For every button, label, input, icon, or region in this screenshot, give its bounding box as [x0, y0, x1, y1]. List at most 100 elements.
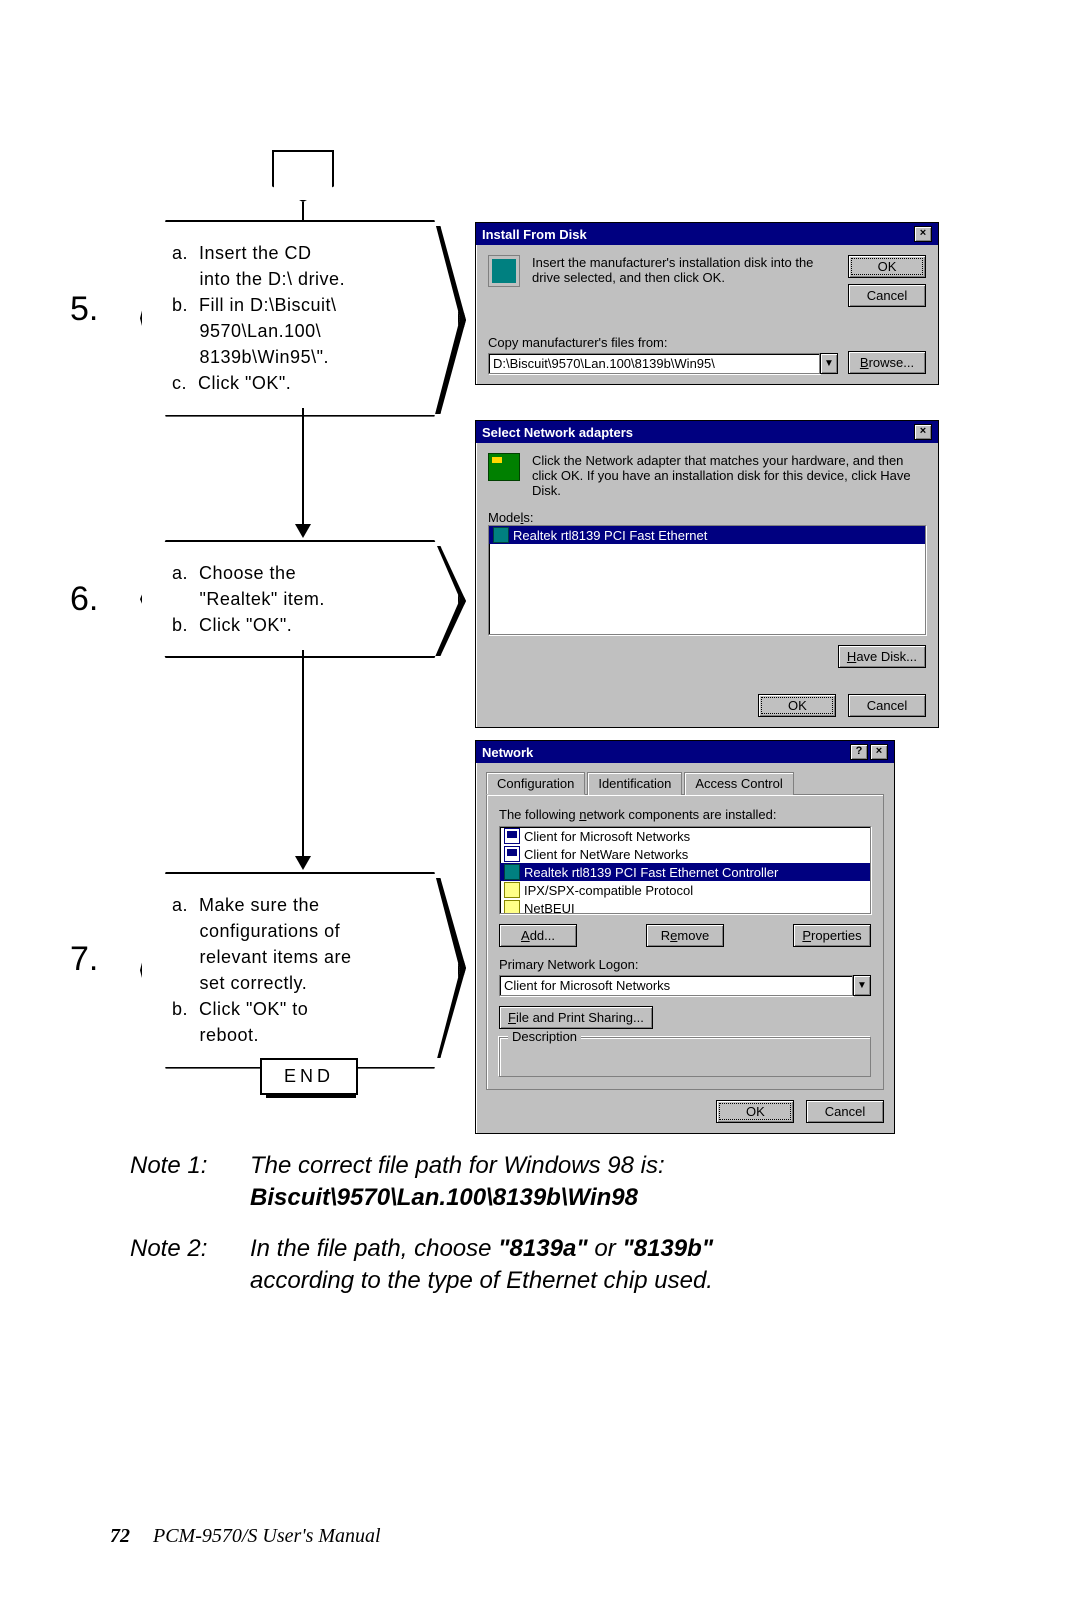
chevron-down-icon[interactable]: ▼ — [853, 975, 871, 996]
step7-line: relevant items are — [172, 944, 418, 970]
list-item[interactable]: Client for Microsoft Networks — [500, 827, 870, 845]
step5-line: b. Fill in D:\Biscuit\ — [172, 292, 418, 318]
step6-line: b. Click "OK". — [172, 612, 418, 638]
dialog-title: Network — [482, 745, 533, 760]
list-item[interactable]: NetBEUI — [500, 899, 870, 914]
file-print-sharing-button[interactable]: File and Print Sharing... — [499, 1006, 653, 1029]
dialog-title: Install From Disk — [482, 227, 587, 242]
note2-label: Note 2: — [130, 1233, 250, 1298]
components-label: The following network components are ins… — [499, 807, 871, 822]
dialog-message: Click the Network adapter that matches y… — [532, 453, 926, 498]
list-item[interactable]: IPX/SPX-compatible Protocol — [500, 881, 870, 899]
note2-body: In the file path, choose "8139a" or "813… — [250, 1233, 713, 1298]
dialog-title: Select Network adapters — [482, 425, 633, 440]
description-legend: Description — [508, 1029, 581, 1044]
flow-line — [302, 408, 304, 528]
list-item-label: Realtek rtl8139 PCI Fast Ethernet — [513, 528, 707, 543]
list-item-label: Client for Microsoft Networks — [524, 829, 690, 844]
tabs: Configuration Identification Access Cont… — [486, 772, 884, 795]
titlebar: Install From Disk × — [476, 223, 938, 245]
list-item[interactable]: Realtek rtl8139 PCI Fast Ethernet — [489, 526, 925, 544]
install-from-disk-dialog: Install From Disk × Insert the manufactu… — [475, 222, 939, 385]
step7-line: reboot. — [172, 1022, 418, 1048]
path-input[interactable]: D:\Biscuit\9570\Lan.100\8139b\Win95\ — [488, 353, 820, 374]
page-number: 72 — [110, 1525, 130, 1547]
comp-icon — [504, 846, 520, 862]
list-item-label: IPX/SPX-compatible Protocol — [524, 883, 693, 898]
step-number-7: 7. — [70, 940, 98, 979]
help-icon[interactable]: ? — [850, 744, 868, 760]
cancel-button[interactable]: Cancel — [848, 694, 926, 717]
note1-label: Note 1: — [130, 1150, 250, 1215]
adapter-icon — [493, 527, 509, 543]
list-item[interactable]: Client for NetWare Networks — [500, 845, 870, 863]
chevron-down-icon[interactable]: ▼ — [820, 353, 838, 374]
cancel-button[interactable]: Cancel — [806, 1100, 884, 1123]
page-footer: 72 PCM-9570/S User's Manual — [110, 1525, 381, 1548]
browse-button[interactable]: Browse... — [848, 351, 926, 374]
close-icon[interactable]: × — [914, 424, 932, 440]
components-listbox[interactable]: Client for Microsoft Networks Client for … — [499, 826, 871, 914]
copy-from-label: Copy manufacturer's files from: — [488, 335, 838, 350]
flow-connector-top — [272, 150, 334, 202]
step6-line: "Realtek" item. — [172, 586, 418, 612]
properties-button[interactable]: Properties — [793, 924, 871, 947]
comp-icon — [504, 828, 520, 844]
logon-select[interactable]: Client for Microsoft Networks — [499, 975, 853, 996]
network-card-icon — [488, 453, 520, 481]
step7-line: configurations of — [172, 918, 418, 944]
proto-icon — [504, 900, 520, 914]
list-item-label: NetBEUI — [524, 901, 575, 915]
step-number-5: 5. — [70, 290, 98, 329]
proto-icon — [504, 882, 520, 898]
close-icon[interactable]: × — [914, 226, 932, 242]
ok-button[interactable]: OK — [716, 1100, 794, 1123]
step-number-6: 6. — [70, 580, 98, 619]
step7-line: set correctly. — [172, 970, 418, 996]
flow-step-7: a. Make sure the configurations of relev… — [140, 872, 460, 1069]
tab-access-control[interactable]: Access Control — [684, 772, 793, 795]
titlebar: Select Network adapters × — [476, 421, 938, 443]
remove-button[interactable]: Remove — [646, 924, 724, 947]
step7-line: a. Make sure the — [172, 892, 418, 918]
note1-body: The correct file path for Windows 98 is:… — [250, 1150, 665, 1215]
manual-title: PCM-9570/S User's Manual — [153, 1525, 381, 1547]
list-item-label: Client for NetWare Networks — [524, 847, 688, 862]
flow-step-5: a. Insert the CD into the D:\ drive. b. … — [140, 220, 460, 417]
disk-icon — [488, 255, 520, 287]
logon-label: Primary Network Logon: — [499, 957, 871, 972]
cancel-button[interactable]: Cancel — [848, 284, 926, 307]
ok-button[interactable]: OK — [758, 694, 836, 717]
dialog-message: Insert the manufacturer's installation d… — [532, 255, 836, 307]
net-icon — [504, 864, 520, 880]
step5-line: c. Click "OK". — [172, 370, 418, 396]
tab-configuration[interactable]: Configuration — [486, 772, 585, 795]
flow-line — [302, 650, 304, 860]
select-network-adapters-dialog: Select Network adapters × Click the Netw… — [475, 420, 939, 728]
arrow-icon — [295, 524, 311, 538]
step5-line: into the D:\ drive. — [172, 266, 418, 292]
titlebar: Network ? × — [476, 741, 894, 763]
description-group: Description — [499, 1037, 871, 1077]
notes: Note 1: The correct file path for Window… — [130, 1150, 870, 1306]
step5-line: 8139b\Win95\". — [172, 344, 418, 370]
step5-line: 9570\Lan.100\ — [172, 318, 418, 344]
flow-step-6: a. Choose the "Realtek" item. b. Click "… — [140, 540, 460, 658]
add-button[interactable]: Add... — [499, 924, 577, 947]
arrow-icon — [295, 856, 311, 870]
step5-line: a. Insert the CD — [172, 240, 418, 266]
models-label: Models: — [488, 510, 926, 525]
tab-panel: The following network components are ins… — [486, 794, 884, 1090]
list-item[interactable]: Realtek rtl8139 PCI Fast Ethernet Contro… — [500, 863, 870, 881]
flow-end: END — [260, 1058, 358, 1095]
network-dialog: Network ? × Configuration Identification… — [475, 740, 895, 1134]
ok-button[interactable]: OK — [848, 255, 926, 278]
have-disk-button[interactable]: Have Disk... — [838, 645, 926, 668]
step6-line: a. Choose the — [172, 560, 418, 586]
tab-identification[interactable]: Identification — [587, 772, 682, 795]
models-listbox[interactable]: Realtek rtl8139 PCI Fast Ethernet — [488, 525, 926, 635]
close-icon[interactable]: × — [870, 744, 888, 760]
step7-line: b. Click "OK" to — [172, 996, 418, 1022]
list-item-label: Realtek rtl8139 PCI Fast Ethernet Contro… — [524, 865, 778, 880]
page: 5. a. Insert the CD into the D:\ drive. … — [70, 0, 950, 1618]
